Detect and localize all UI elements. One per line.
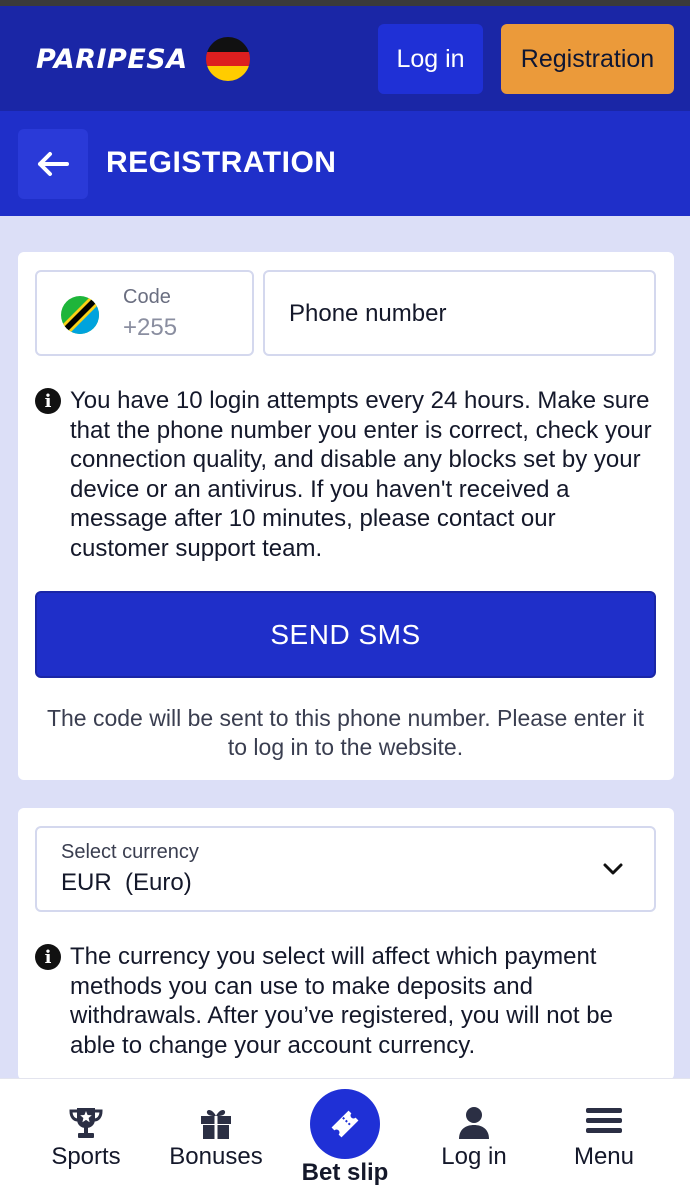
tanzania-flag-icon	[61, 296, 99, 334]
code-value: +255	[123, 314, 178, 341]
nav-menu[interactable]: Menu	[539, 1079, 669, 1200]
bottom-navigation: Sports Bonuses Bet slip Log in Menu	[0, 1078, 690, 1200]
phone-number-input[interactable]: Phone number	[263, 270, 656, 356]
currency-select[interactable]: Select currency EUR (Euro)	[35, 826, 656, 912]
currency-label: Select currency	[61, 841, 199, 863]
login-attempts-text: You have 10 login attempts every 24 hour…	[70, 387, 652, 562]
send-sms-button[interactable]: SEND SMS	[35, 591, 656, 678]
login-attempts-notice: i You have 10 login attempts every 24 ho…	[35, 386, 655, 564]
country-code-selector[interactable]: Code +255	[35, 270, 254, 356]
top-header: PARIPESA Log in Registration	[0, 6, 690, 111]
user-icon	[459, 1107, 489, 1139]
bet-slip-circle	[310, 1089, 380, 1159]
back-button[interactable]	[18, 129, 88, 199]
nav-bet-slip[interactable]: Bet slip	[280, 1079, 410, 1200]
page-title: REGISTRATION	[106, 146, 337, 179]
currency-value: EUR (Euro)	[61, 869, 192, 896]
nav-menu-label: Menu	[573, 1143, 635, 1170]
info-icon: i	[35, 388, 61, 414]
ticket-icon	[331, 1110, 359, 1138]
phone-registration-card: Code +255 Phone number i You have 10 log…	[18, 252, 674, 780]
germany-flag-icon[interactable]	[206, 37, 250, 81]
paripesa-logo[interactable]: PARIPESA	[36, 44, 188, 75]
nav-login-label: Log in	[441, 1143, 507, 1170]
currency-card: Select currency EUR (Euro) i The currenc…	[18, 808, 674, 1080]
nav-bet-slip-label: Bet slip	[301, 1159, 389, 1186]
trophy-icon	[69, 1108, 103, 1138]
send-sms-note: The code will be sent to this phone numb…	[46, 705, 645, 760]
header-login-button[interactable]: Log in	[378, 24, 483, 94]
title-bar: REGISTRATION	[0, 111, 690, 216]
phone-number-placeholder: Phone number	[289, 300, 447, 327]
nav-sports-label: Sports	[51, 1143, 121, 1170]
gift-icon	[201, 1109, 231, 1139]
chevron-down-icon	[603, 863, 623, 875]
nav-login[interactable]: Log in	[409, 1079, 539, 1200]
currency-notice: i The currency you select will affect wh…	[35, 942, 655, 1060]
nav-bonuses[interactable]: Bonuses	[151, 1079, 281, 1200]
code-label: Code	[123, 286, 171, 308]
arrow-left-icon	[38, 152, 69, 176]
nav-bonuses-label: Bonuses	[169, 1143, 263, 1170]
nav-sports[interactable]: Sports	[21, 1079, 151, 1200]
currency-notice-text: The currency you select will affect whic…	[70, 943, 613, 1059]
info-icon: i	[35, 944, 61, 970]
header-registration-button[interactable]: Registration	[501, 24, 674, 94]
hamburger-menu-icon	[586, 1108, 622, 1133]
